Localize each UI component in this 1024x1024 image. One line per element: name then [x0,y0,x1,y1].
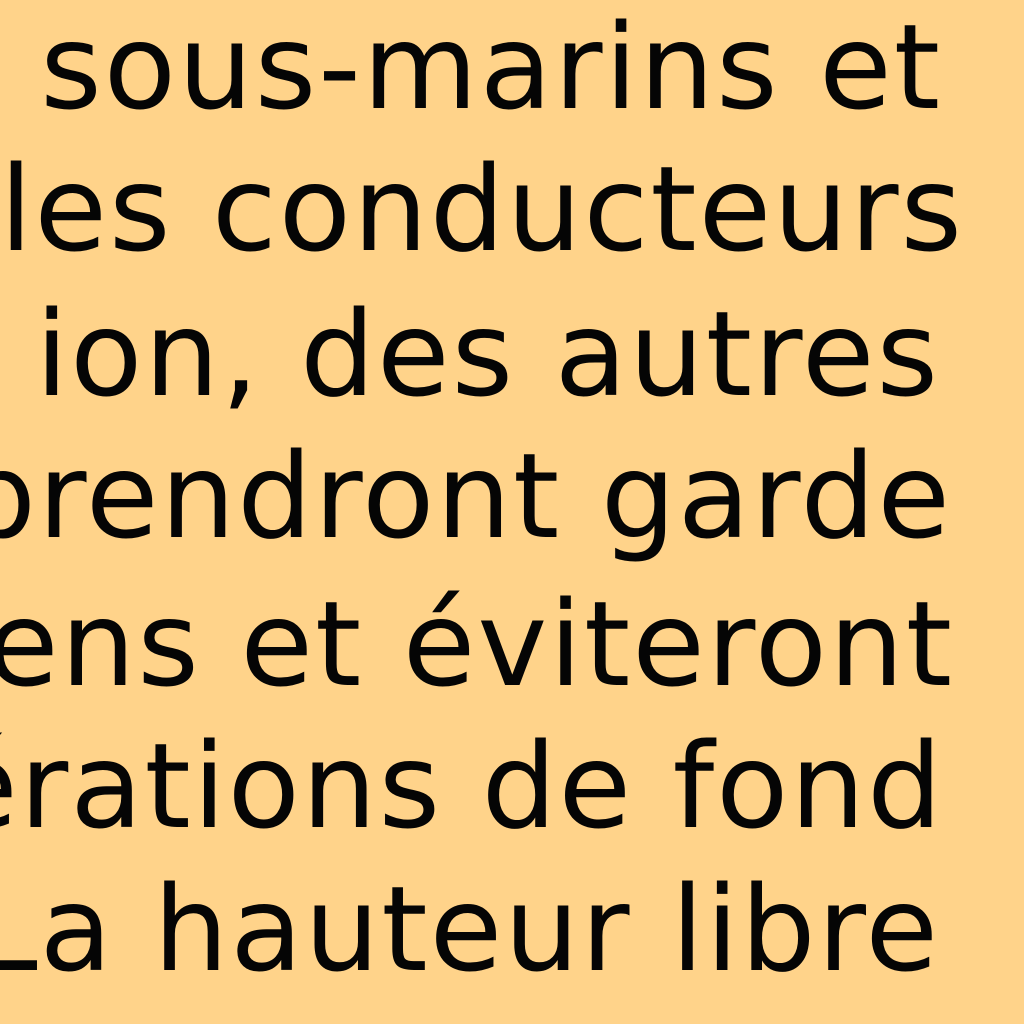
text-line-4: prendront garde [0,427,952,565]
french-text-block: s sous-marins et les conducteurs ion, de… [0,0,1024,1024]
text-line-5: ens et éviteront [0,575,954,713]
text-line-6: érations de fond [0,717,944,855]
text-line-2: les conducteurs [0,140,964,278]
text-line-7: La hauteur libre [0,860,940,998]
text-line-3: ion, des autres [35,285,940,423]
document-crop: s sous-marins et les conducteurs ion, de… [0,0,1024,1024]
text-line-1: s sous-marins et [0,0,942,136]
